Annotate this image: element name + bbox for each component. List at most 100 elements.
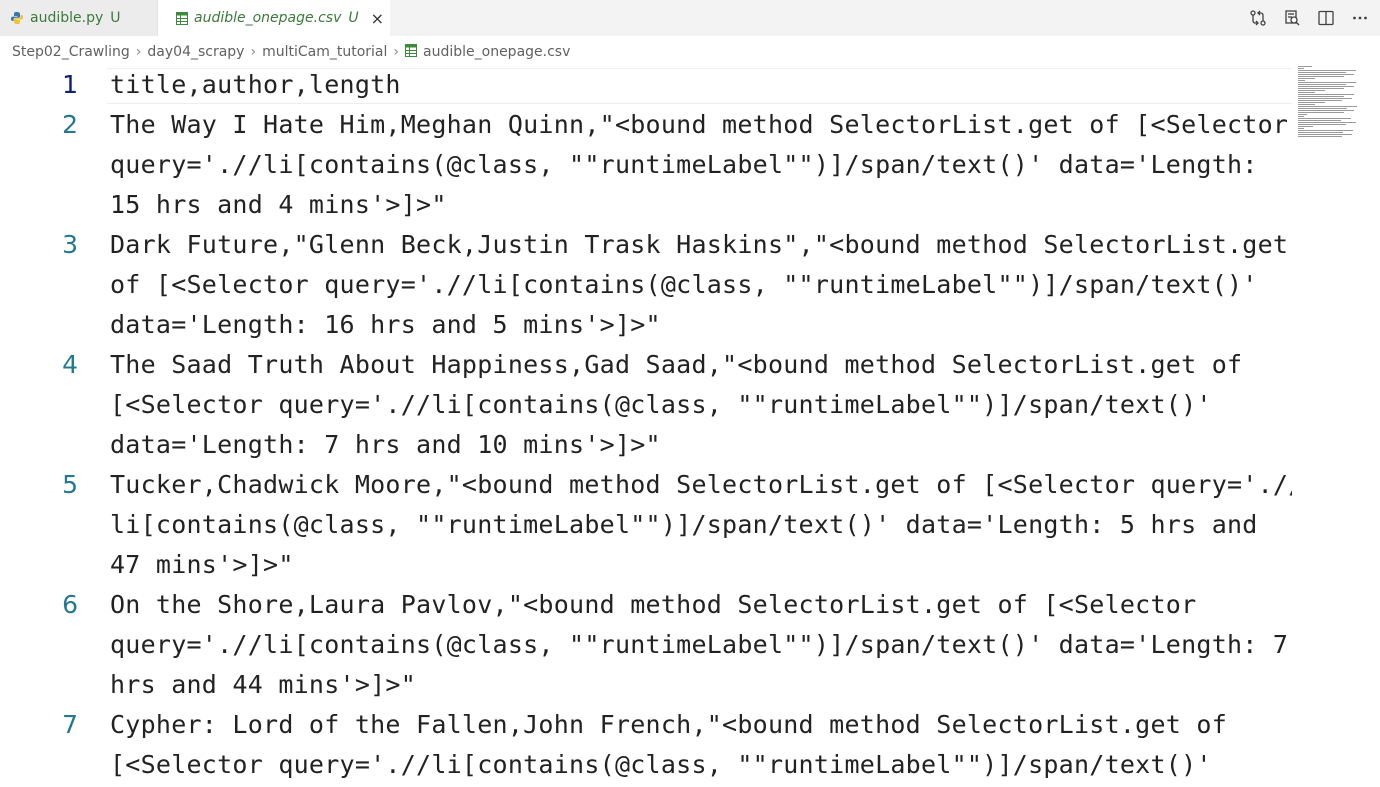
code-row[interactable]: 4 The Saad Truth About Happiness,Gad Saad… xyxy=(0,345,1292,385)
code-row[interactable]: [<Selector query='.//li[contains(@class,… xyxy=(0,385,1292,425)
minimap-line xyxy=(1298,114,1307,115)
code-row[interactable]: 47 mins'>]>" xyxy=(0,545,1292,585)
minimap-line xyxy=(1298,98,1352,99)
minimap-line xyxy=(1298,70,1356,71)
code-text: 15 hrs and 4 mins'>]>" xyxy=(110,190,447,219)
minimap-line xyxy=(1298,116,1304,117)
code-row[interactable]: [<Selector query='.//li[contains(@class,… xyxy=(0,745,1292,785)
minimap-line xyxy=(1298,120,1341,121)
code-text: Cypher: Lord of the Fallen,John French,"… xyxy=(110,710,1227,739)
code-text: 47 mins'>]>" xyxy=(110,550,294,579)
code-row[interactable]: query='.//li[contains(@class, ""runtimeL… xyxy=(0,625,1292,665)
line-number: 3 xyxy=(62,230,78,259)
minimap-line xyxy=(1298,78,1315,79)
close-icon[interactable]: × xyxy=(371,9,384,28)
minimap-line xyxy=(1298,94,1354,95)
minimap-line xyxy=(1298,80,1305,81)
minimap-line xyxy=(1298,126,1313,127)
line-number: 4 xyxy=(62,350,78,379)
code-row[interactable]: 7 Cypher: Lord of the Fallen,John French,… xyxy=(0,705,1292,745)
code-text: The Way I Hate Him,Meghan Quinn,"<bound … xyxy=(110,110,1289,139)
code-text: query='.//li[contains(@class, ""runtimeL… xyxy=(110,630,1289,659)
breadcrumb: Step02_Crawling › day04_scrapy › multiCa… xyxy=(12,38,570,66)
tab-label: audible_onepage.csv xyxy=(194,10,342,26)
code-text: li[contains(@class, ""runtimeLabel"")]/s… xyxy=(110,510,1258,539)
minimap-line xyxy=(1298,124,1346,125)
code-row[interactable]: data='Length: 16 hrs and 5 mins'>]>" xyxy=(0,305,1292,345)
split-editor-icon[interactable] xyxy=(1316,8,1336,28)
minimap-line xyxy=(1298,90,1325,91)
minimap-line xyxy=(1298,122,1356,123)
code-editor[interactable]: 1 title,author,length 2 The Way I Hate Him,… xyxy=(0,66,1292,787)
minimap-line xyxy=(1298,66,1312,67)
breadcrumb-item[interactable]: Step02_Crawling xyxy=(12,44,130,60)
tab-audible-onepage-csv[interactable]: audible_onepage.csv U × xyxy=(158,0,390,36)
minimap-line xyxy=(1298,74,1354,75)
editor-actions xyxy=(1248,0,1370,36)
minimap-line xyxy=(1298,134,1352,135)
line-number: 2 xyxy=(62,110,78,139)
breadcrumb-item[interactable]: multiCam_tutorial xyxy=(262,44,387,60)
more-actions-icon[interactable] xyxy=(1350,8,1370,28)
minimap-line xyxy=(1298,112,1344,113)
minimap-line xyxy=(1298,104,1315,105)
code-row[interactable]: li[contains(@class, ""runtimeLabel"")]/s… xyxy=(0,505,1292,545)
code-text: Tucker,Chadwick Moore,"<bound method Sel… xyxy=(110,470,1292,499)
open-preview-icon[interactable] xyxy=(1282,8,1302,28)
code-text: The Saad Truth About Happiness,Gad Saad,… xyxy=(110,350,1243,379)
minimap-line xyxy=(1298,130,1353,131)
code-row[interactable]: hrs and 44 mins'>]>" xyxy=(0,665,1292,705)
code-text: [<Selector query='.//li[contains(@class,… xyxy=(110,750,1212,779)
code-row[interactable]: 15 hrs and 4 mins'>]>" xyxy=(0,185,1292,225)
csv-icon xyxy=(176,11,188,25)
compare-changes-icon[interactable] xyxy=(1248,8,1268,28)
minimap-line xyxy=(1298,68,1304,69)
code-row[interactable]: 2 The Way I Hate Him,Meghan Quinn,"<bound… xyxy=(0,105,1292,145)
minimap-line xyxy=(1298,108,1347,109)
minimap-line xyxy=(1298,136,1342,137)
code-text: query='.//li[contains(@class, ""runtimeL… xyxy=(110,150,1258,179)
minimap-line xyxy=(1298,76,1344,77)
line-number: 5 xyxy=(62,470,78,499)
tab-audible-py[interactable]: audible.py U xyxy=(0,0,158,36)
minimap-line xyxy=(1298,100,1342,101)
code-text: Dark Future,"Glenn Beck,Justin Trask Has… xyxy=(110,230,1289,259)
code-row[interactable]: of [<Selector query='.//li[contains(@cla… xyxy=(0,265,1292,305)
minimap-line xyxy=(1298,106,1357,107)
line-number: 6 xyxy=(62,590,78,619)
breadcrumb-item[interactable]: day04_scrapy xyxy=(147,44,244,60)
minimap-line xyxy=(1298,84,1346,85)
code-row[interactable]: query='.//li[contains(@class, ""runtimeL… xyxy=(0,145,1292,185)
minimap-line xyxy=(1298,132,1343,133)
chevron-right-icon: › xyxy=(393,44,400,60)
python-icon xyxy=(10,11,24,25)
minimap-line xyxy=(1298,102,1325,103)
minimap-line xyxy=(1298,92,1315,93)
line-number: 1 xyxy=(62,70,78,99)
code-text: data='Length: 7 hrs and 10 mins'>]>" xyxy=(110,430,661,459)
code-row[interactable]: 6 On the Shore,Laura Pavlov,"<bound metho… xyxy=(0,585,1292,625)
minimap-line xyxy=(1298,72,1346,73)
code-row[interactable]: 3 Dark Future,"Glenn Beck,Justin Trask Ha… xyxy=(0,225,1292,265)
code-text: hrs and 44 mins'>]>" xyxy=(110,670,417,699)
chevron-right-icon: › xyxy=(250,44,257,60)
code-text: On the Shore,Laura Pavlov,"<bound method… xyxy=(110,590,1197,619)
minimap-line xyxy=(1298,96,1344,97)
minimap[interactable] xyxy=(1298,66,1358,196)
minimap-line xyxy=(1298,128,1304,129)
code-row[interactable]: 5 Tucker,Chadwick Moore,"<bound method Se… xyxy=(0,465,1292,505)
code-row[interactable]: data='Length: 7 hrs and 10 mins'>]>" xyxy=(0,425,1292,465)
code-row[interactable]: 1 title,author,length xyxy=(0,66,1292,105)
minimap-line xyxy=(1298,82,1356,83)
csv-icon xyxy=(405,43,418,61)
breadcrumb-item[interactable]: audible_onepage.csv xyxy=(423,44,570,60)
untracked-badge: U xyxy=(110,10,121,26)
minimap-line xyxy=(1298,86,1354,87)
code-text: data='Length: 16 hrs and 5 mins'>]>" xyxy=(110,310,661,339)
untracked-badge: U xyxy=(348,10,359,26)
chevron-right-icon: › xyxy=(135,44,142,60)
code-text: of [<Selector query='.//li[contains(@cla… xyxy=(110,270,1258,299)
editor-tab-bar: audible.py U audible_onepage.csv U × xyxy=(0,0,1380,36)
line-number: 7 xyxy=(62,710,78,739)
minimap-line xyxy=(1298,110,1354,111)
